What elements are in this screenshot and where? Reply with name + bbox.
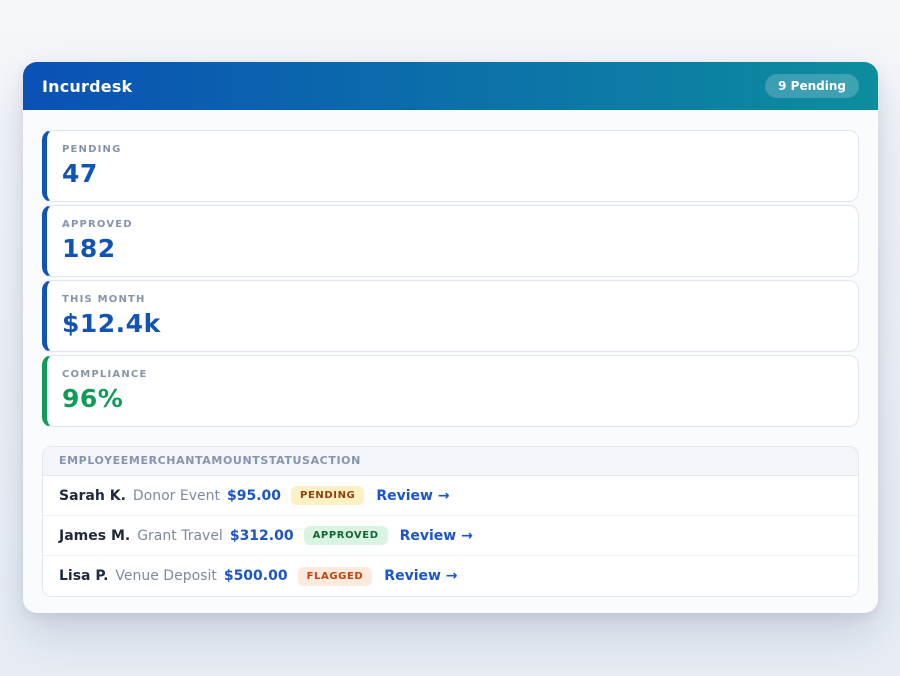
column-header-employee: EMPLOYEE <box>59 454 129 467</box>
stat-card-compliance: COMPLIANCE 96% <box>42 355 859 427</box>
table-column-headers: EMPLOYEEMERCHANTAMOUNTSTATUSACTION <box>43 447 858 476</box>
stat-label: PENDING <box>62 144 842 155</box>
expenses-table: EMPLOYEEMERCHANTAMOUNTSTATUSACTION Sarah… <box>42 446 859 597</box>
merchant-name: Venue Deposit <box>115 568 216 584</box>
employee-name: Sarah K. <box>59 488 126 504</box>
table-row: Lisa P. Venue Deposit $500.00 FLAGGED Re… <box>43 556 858 596</box>
stat-value: 182 <box>62 235 842 263</box>
column-header-amount: AMOUNT <box>202 454 260 467</box>
app-title: Incurdesk <box>42 77 132 96</box>
app-card: Incurdesk 9 Pending PENDING 47 APPROVED … <box>23 62 878 613</box>
stat-label: COMPLIANCE <box>62 369 842 380</box>
stat-value: 47 <box>62 160 842 188</box>
amount-value: $95.00 <box>227 488 281 504</box>
status-badge: PENDING <box>291 486 364 505</box>
stat-card-this-month: THIS MONTH $12.4k <box>42 280 859 352</box>
column-header-merchant: MERCHANT <box>129 454 202 467</box>
status-badge: APPROVED <box>304 526 388 545</box>
employee-name: Lisa P. <box>59 568 108 584</box>
amount-value: $312.00 <box>230 528 294 544</box>
review-link[interactable]: Review → <box>376 488 449 504</box>
status-badge: FLAGGED <box>298 567 373 586</box>
column-header-action: ACTION <box>311 454 361 467</box>
merchant-name: Donor Event <box>133 488 220 504</box>
stat-card-approved: APPROVED 182 <box>42 205 859 277</box>
stat-label: THIS MONTH <box>62 294 842 305</box>
pending-count-badge: 9 Pending <box>765 74 859 98</box>
merchant-name: Grant Travel <box>137 528 223 544</box>
table-row: James M. Grant Travel $312.00 APPROVED R… <box>43 516 858 556</box>
app-header: Incurdesk 9 Pending <box>23 62 878 110</box>
page-background: Incurdesk 9 Pending PENDING 47 APPROVED … <box>0 0 900 676</box>
stat-label: APPROVED <box>62 219 842 230</box>
stat-value: 96% <box>62 385 842 413</box>
employee-name: James M. <box>59 528 130 544</box>
column-header-status: STATUS <box>260 454 310 467</box>
stat-card-pending: PENDING 47 <box>42 130 859 202</box>
stat-value: $12.4k <box>62 310 842 338</box>
amount-value: $500.00 <box>224 568 288 584</box>
table-row: Sarah K. Donor Event $95.00 PENDING Revi… <box>43 476 858 516</box>
main-content: PENDING 47 APPROVED 182 THIS MONTH $12.4… <box>23 110 878 613</box>
review-link[interactable]: Review → <box>384 568 457 584</box>
stats-list: PENDING 47 APPROVED 182 THIS MONTH $12.4… <box>42 130 859 427</box>
review-link[interactable]: Review → <box>400 528 473 544</box>
